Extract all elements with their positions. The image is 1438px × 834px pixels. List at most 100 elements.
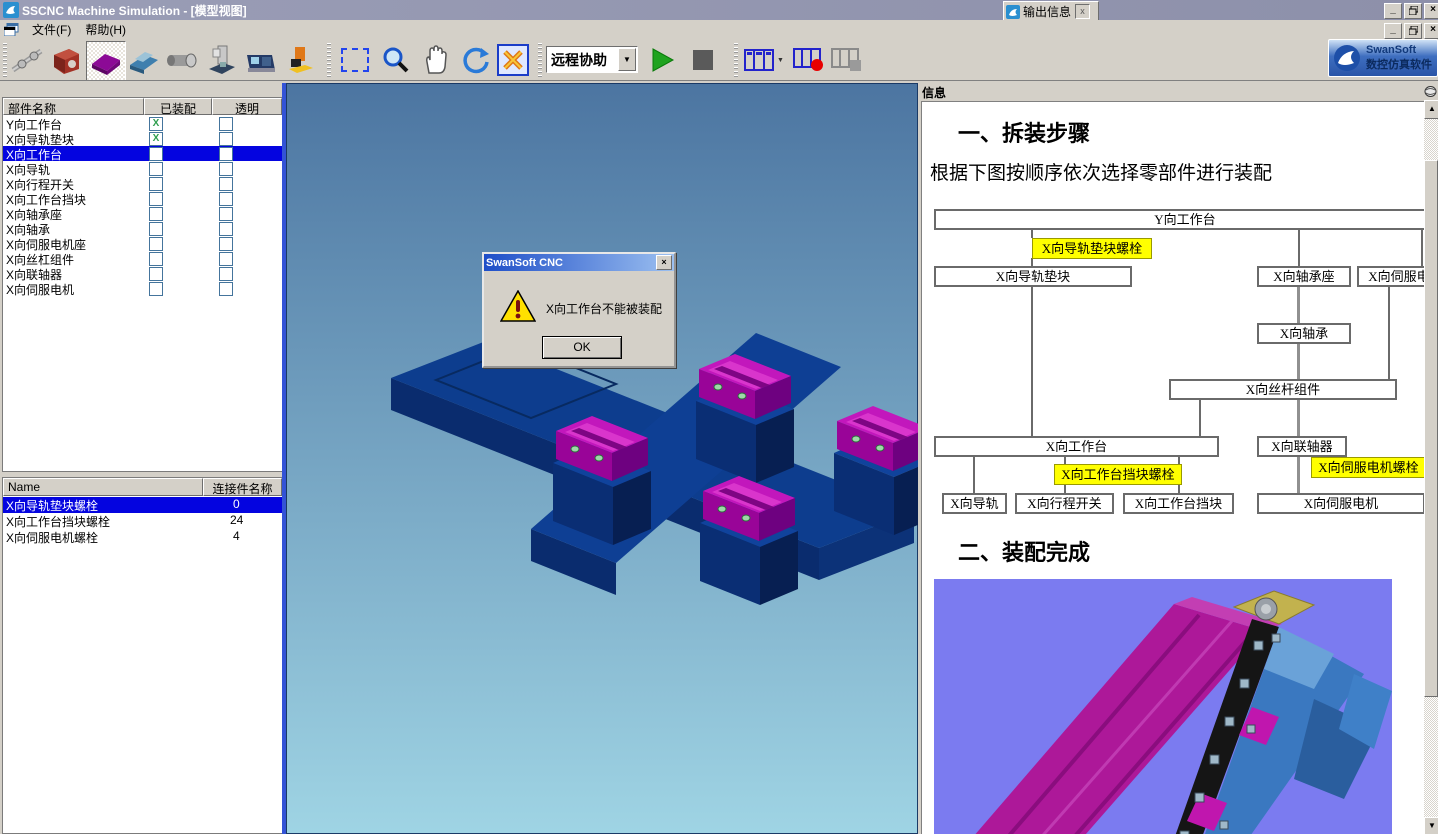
child-restore-button[interactable]: [1404, 23, 1422, 39]
info-scrollbar[interactable]: ▲ ▼: [1424, 100, 1438, 834]
transparent-checkbox[interactable]: [219, 222, 233, 236]
machine-3d-view[interactable]: [286, 83, 918, 834]
assembled-checkbox[interactable]: [149, 207, 163, 221]
parts-row[interactable]: X向伺服电机: [3, 281, 282, 296]
guide-block-pad[interactable]: [834, 406, 918, 535]
ballscrew-icon[interactable]: [8, 41, 46, 79]
assembled-checkbox[interactable]: [149, 267, 163, 281]
parts-row-selected[interactable]: X向工作台: [3, 146, 282, 161]
guide-block-pad[interactable]: [696, 354, 794, 483]
assembled-checkbox[interactable]: [149, 282, 163, 296]
spindle-icon[interactable]: [164, 41, 202, 79]
assembled-checkbox[interactable]: X: [149, 117, 163, 131]
parts-row[interactable]: X向轴承座: [3, 206, 282, 221]
info-panel-caption: 信息: [918, 83, 1438, 101]
transparent-checkbox[interactable]: [219, 267, 233, 281]
parts-row[interactable]: X向导轨垫块X: [3, 131, 282, 146]
parts-header-assembled[interactable]: 已装配: [144, 98, 212, 115]
parts-header-transparent[interactable]: 透明: [212, 98, 282, 115]
fastener-row[interactable]: X向伺服电机螺栓 4: [3, 529, 282, 545]
parts-row[interactable]: X向伺服电机座: [3, 236, 282, 251]
cnc-lathe-icon[interactable]: [242, 41, 280, 79]
transparent-checkbox[interactable]: [219, 282, 233, 296]
child-minimize-button[interactable]: _: [1384, 23, 1402, 39]
scroll-down-button[interactable]: ▼: [1424, 817, 1438, 834]
transparent-checkbox[interactable]: [219, 207, 233, 221]
output-info-close-button[interactable]: x: [1075, 4, 1090, 19]
flow-node-servo-bolts: X向伺服电机螺栓: [1311, 457, 1425, 478]
parts-row[interactable]: X向丝杠组件: [3, 251, 282, 266]
toolbar-grip[interactable]: [3, 43, 7, 77]
select-rect-icon[interactable]: [336, 41, 374, 79]
assembled-checkbox[interactable]: [149, 252, 163, 266]
fastener-row[interactable]: X向工作台挡块螺栓 24: [3, 513, 282, 529]
scrollbar-thumb[interactable]: [1424, 160, 1438, 697]
transparent-checkbox[interactable]: [219, 132, 233, 146]
worktable-icon[interactable]: [86, 41, 126, 81]
close-button[interactable]: ×: [1424, 3, 1438, 19]
parts-row[interactable]: Y向工作台X: [3, 116, 282, 131]
toolbar-grip[interactable]: [734, 43, 738, 77]
fasteners-header-name[interactable]: Name: [3, 478, 203, 496]
assembled-checkbox[interactable]: X: [149, 132, 163, 146]
assembled-checkbox[interactable]: [149, 192, 163, 206]
guide-block-pad[interactable]: [700, 476, 798, 605]
parts-header-name[interactable]: 部件名称: [3, 98, 144, 115]
restore-button[interactable]: [1404, 3, 1422, 19]
fastener-row-selected[interactable]: X向导轨垫块螺栓 0: [3, 497, 282, 513]
info-caption-label: 信息: [922, 84, 946, 101]
assembled-checkbox[interactable]: [149, 177, 163, 191]
rotate-icon[interactable]: [456, 41, 494, 79]
child-close-button[interactable]: ×: [1424, 23, 1438, 39]
toolbar-grip[interactable]: [538, 43, 542, 77]
remote-assist-combobox[interactable]: 远程协助 ▼: [546, 46, 638, 73]
minimize-button[interactable]: _: [1384, 3, 1402, 19]
assembled-checkbox[interactable]: [149, 147, 163, 161]
assembled-checkbox[interactable]: [149, 237, 163, 251]
film-dropdown-arrow[interactable]: ▼: [777, 57, 784, 64]
film-record-icon[interactable]: [790, 41, 828, 79]
stop-icon[interactable]: [684, 41, 722, 79]
motor-unit-icon[interactable]: [47, 41, 85, 79]
machine-bed-icon[interactable]: [125, 41, 163, 79]
transparent-checkbox[interactable]: [219, 162, 233, 176]
transparent-checkbox[interactable]: [219, 252, 233, 266]
parts-row[interactable]: X向轴承: [3, 221, 282, 236]
fit-view-icon[interactable]: [494, 41, 532, 79]
film-stop-icon[interactable]: [828, 41, 866, 79]
combo-dropdown-arrow[interactable]: ▼: [618, 48, 636, 71]
guide-block-pad[interactable]: [553, 416, 651, 545]
parts-row[interactable]: X向工作台挡块: [3, 191, 282, 206]
title-bar[interactable]: SSCNC Machine Simulation - [模型视图] 输出信息 x…: [0, 0, 1438, 20]
ok-button[interactable]: OK: [542, 336, 622, 359]
flow-node-servo-mount: X向伺服电机座: [1357, 266, 1425, 287]
model-viewport[interactable]: [286, 83, 918, 834]
milling-machine-icon[interactable]: [203, 41, 241, 79]
zoom-icon[interactable]: [376, 41, 414, 79]
pin-icon[interactable]: [1424, 85, 1437, 98]
transparent-checkbox[interactable]: [219, 117, 233, 131]
transparent-checkbox[interactable]: [219, 237, 233, 251]
toolbar-grip[interactable]: [327, 43, 331, 77]
assembled-checkbox[interactable]: [149, 162, 163, 176]
menu-file[interactable]: 文件(F): [25, 19, 78, 40]
transparent-checkbox[interactable]: [219, 192, 233, 206]
remote-assist-value: 远程协助: [551, 50, 607, 70]
scroll-up-button[interactable]: ▲: [1424, 100, 1438, 119]
dialog-close-button[interactable]: ×: [656, 255, 672, 270]
pan-icon[interactable]: [416, 41, 454, 79]
child-window-icon[interactable]: [4, 23, 19, 36]
output-info-window[interactable]: 输出信息 x: [1003, 1, 1099, 22]
menu-help[interactable]: 帮助(H): [78, 19, 133, 40]
transparent-checkbox[interactable]: [219, 147, 233, 161]
assembled-checkbox[interactable]: [149, 222, 163, 236]
play-icon[interactable]: [644, 41, 682, 79]
parts-row[interactable]: X向行程开关: [3, 176, 282, 191]
parts-row[interactable]: X向联轴器: [3, 266, 282, 281]
film-icon[interactable]: [740, 41, 778, 79]
parts-row[interactable]: X向导轨: [3, 161, 282, 176]
transparent-checkbox[interactable]: [219, 177, 233, 191]
fasteners-header-count[interactable]: 连接件名称: [203, 478, 282, 496]
tool-setter-icon[interactable]: [281, 41, 319, 79]
dialog-title-bar[interactable]: SwanSoft CNC ×: [484, 254, 674, 271]
